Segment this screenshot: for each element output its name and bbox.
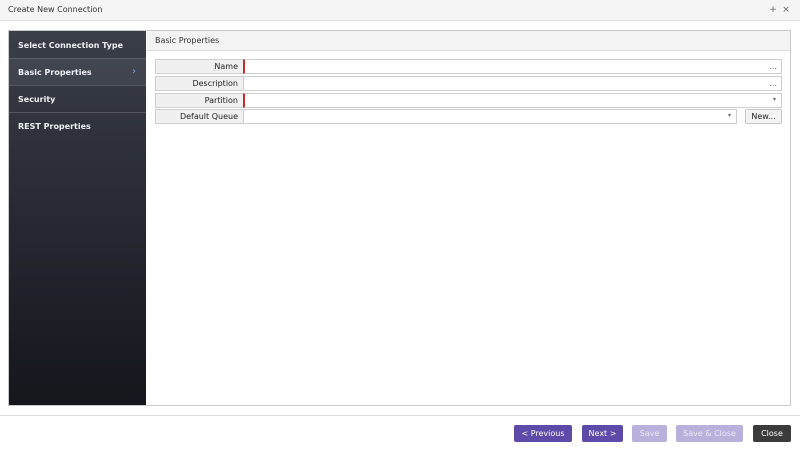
previous-button[interactable]: < Previous — [514, 425, 572, 442]
partition-row: Partition ▾ — [155, 93, 782, 108]
sidebar-item-rest-properties[interactable]: REST Properties — [9, 113, 146, 140]
name-label: Name — [155, 59, 244, 74]
chevron-right-icon: › — [132, 66, 136, 77]
new-queue-button[interactable]: New... — [745, 109, 782, 124]
default-queue-select[interactable]: ▾ — [243, 109, 737, 124]
sidebar-item-basic-properties[interactable]: Basic Properties › — [9, 59, 146, 86]
wizard-sidebar: Select Connection Type Basic Properties … — [9, 31, 146, 405]
sidebar-item-label: Security — [18, 95, 56, 104]
description-row: Description ... — [155, 76, 782, 91]
sidebar-item-label: Basic Properties — [18, 68, 92, 77]
partition-select[interactable]: ▾ — [243, 93, 782, 108]
window-title: Create New Connection — [8, 5, 103, 14]
description-label: Description — [155, 76, 244, 91]
next-button[interactable]: Next > — [582, 425, 623, 442]
sidebar-item-security[interactable]: Security — [9, 86, 146, 113]
partition-label: Partition — [155, 93, 244, 108]
default-queue-row: Default Queue ▾ New... — [155, 109, 782, 124]
save-button[interactable]: Save — [632, 425, 667, 442]
window-titlebar: Create New Connection + × — [0, 0, 800, 21]
name-row: Name ... — [155, 59, 782, 74]
close-button[interactable]: Close — [753, 425, 791, 442]
name-input[interactable]: ... — [243, 59, 782, 74]
ellipsis-icon[interactable]: ... — [769, 61, 777, 72]
section-title: Basic Properties — [155, 36, 220, 45]
ellipsis-icon[interactable]: ... — [769, 78, 777, 89]
sidebar-item-label: Select Connection Type — [18, 41, 124, 50]
section-header: Basic Properties — [147, 31, 790, 51]
chevron-down-icon: ▾ — [727, 112, 731, 119]
sidebar-item-label: REST Properties — [18, 122, 91, 131]
close-window-icon[interactable]: × — [781, 4, 791, 16]
pin-icon[interactable]: + — [768, 4, 778, 16]
wizard-frame: Select Connection Type Basic Properties … — [8, 30, 791, 406]
chevron-down-icon: ▾ — [772, 96, 776, 103]
save-and-close-button[interactable]: Save & Close — [676, 425, 743, 442]
wizard-content: Basic Properties Name ... Description ..… — [147, 31, 790, 405]
description-input[interactable]: ... — [243, 76, 782, 91]
footer-divider — [0, 415, 800, 416]
default-queue-label: Default Queue — [155, 109, 244, 124]
sidebar-item-select-connection-type[interactable]: Select Connection Type — [9, 31, 146, 59]
